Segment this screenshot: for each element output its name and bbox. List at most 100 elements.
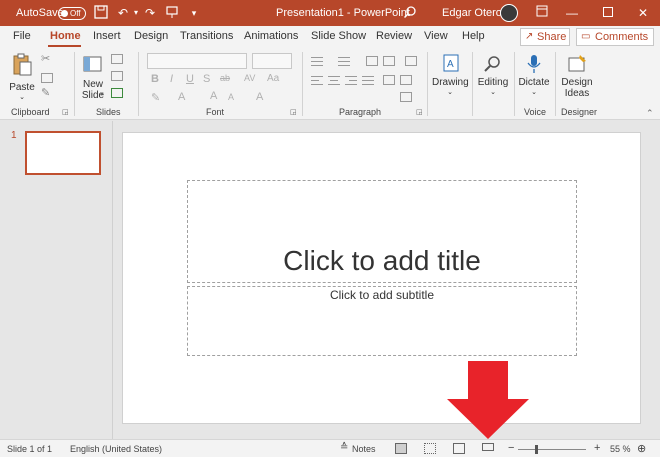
zoom-out-button[interactable]: − [508,442,514,454]
save-icon[interactable] [93,5,109,21]
underline-button[interactable]: U [186,73,194,85]
paste-label: Paste [9,82,35,93]
zoom-slider[interactable] [518,449,586,450]
ribbon-display-icon[interactable] [534,5,550,21]
group-divider [138,52,139,116]
autosave-toggle[interactable]: Off [58,7,86,20]
highlight-icon[interactable]: ✎ [151,91,160,104]
tab-file[interactable]: File [13,30,31,42]
shapes-icon: A [439,53,461,75]
pane-divider[interactable] [112,121,113,439]
editing-button[interactable]: Editing ⌄ [476,53,510,96]
tab-insert[interactable]: Insert [93,30,121,42]
text-direction-icon[interactable] [400,75,412,85]
increase-indent-icon[interactable] [383,56,395,66]
notes-button[interactable]: Notes [352,444,376,454]
present-icon[interactable] [164,5,180,21]
section-icon[interactable] [111,88,123,98]
slideshow-view-icon[interactable] [482,443,494,451]
close-icon[interactable]: ✕ [635,5,651,21]
italic-button[interactable]: I [170,73,173,85]
copy-icon[interactable] [41,73,53,83]
title-placeholder[interactable]: Click to add title [187,180,577,283]
dictate-button[interactable]: Dictate ⌄ [517,53,551,96]
share-icon: ↗ [525,31,534,42]
paste-button[interactable]: Paste ⌄ [8,53,36,101]
clipboard-icon [11,53,33,76]
reset-icon[interactable] [111,71,123,81]
collapse-ribbon-icon[interactable]: ⌃ [646,108,654,119]
slide-sorter-icon[interactable] [424,443,436,454]
layout-icon[interactable] [111,54,123,64]
tab-transitions[interactable]: Transitions [180,30,233,42]
bold-button[interactable]: B [151,73,159,85]
cut-icon[interactable]: ✂ [41,52,50,65]
strikethrough-button[interactable]: ab [220,73,230,83]
dictate-dropdown-icon: ⌄ [531,89,537,96]
tab-home[interactable]: Home [50,30,81,42]
clipboard-launcher-icon[interactable]: ◲ [62,108,69,116]
font-name-select[interactable] [147,53,247,69]
group-divider [302,52,303,116]
drawing-label: Drawing [432,77,469,88]
customize-qat-icon[interactable]: ▾ [186,5,202,21]
slide-counter: Slide 1 of 1 [7,444,53,454]
maximize-icon[interactable] [600,5,616,21]
font-launcher-icon[interactable]: ◲ [290,108,297,116]
fit-to-window-icon[interactable]: ⊕ [637,442,646,455]
design-ideas-icon [566,53,588,75]
design-ideas-label-2: Ideas [564,88,590,99]
svg-text:A: A [447,59,454,70]
drawing-button[interactable]: A Drawing ⌄ [432,53,469,96]
tab-help[interactable]: Help [462,30,485,42]
editing-label: Editing [477,77,509,88]
zoom-level[interactable]: 55 % [610,444,631,454]
avatar[interactable] [500,4,518,22]
grow-font-icon[interactable]: A [210,90,217,102]
clear-formatting-icon[interactable]: A [256,91,263,103]
tab-design[interactable]: Design [134,30,168,42]
minimize-icon[interactable]: — [564,5,580,21]
reading-view-icon[interactable] [453,443,465,454]
line-spacing-icon[interactable] [405,56,417,66]
group-designer-label: Designer [561,107,598,117]
font-size-select[interactable] [252,53,292,69]
tab-animations[interactable]: Animations [244,30,298,42]
change-case-button[interactable]: Aa [267,73,279,84]
shadow-button[interactable]: S [203,73,210,85]
redo-icon[interactable]: ↷ [142,5,158,21]
tab-review[interactable]: Review [376,30,412,42]
tab-view[interactable]: View [424,30,448,42]
columns-icon[interactable] [383,75,395,85]
search-icon[interactable] [402,5,418,21]
new-slide-dropdown-icon[interactable]: ▾ [100,90,104,98]
zoom-slider-thumb[interactable] [535,445,538,454]
user-name[interactable]: Edgar Otero [442,0,502,26]
smartart-icon[interactable] [400,108,412,112]
group-slides-label: Slides [96,107,121,117]
subtitle-placeholder-text: Click to add subtitle [329,288,435,302]
normal-view-icon[interactable] [395,443,407,454]
language-indicator[interactable]: English (United States) [70,444,162,454]
subtitle-placeholder[interactable]: Click to add subtitle [187,286,577,356]
slide-thumbnail[interactable] [25,131,101,175]
paragraph-launcher-icon[interactable]: ◲ [416,108,423,116]
ribbon: Paste ⌄ ✂ ✎ Clipboard ◲ New Slide ▾ Slid… [0,48,660,120]
align-text-icon[interactable] [400,92,412,102]
format-painter-icon[interactable]: ✎ [41,86,50,99]
share-button[interactable]: ↗ Share [520,28,570,46]
zoom-in-button[interactable]: + [594,442,600,454]
tab-slide-show[interactable]: Slide Show [311,30,366,42]
decrease-indent-icon[interactable] [366,56,378,66]
new-slide-label-1: New [82,79,103,90]
shrink-font-icon[interactable]: A [228,92,234,102]
share-label: Share [537,31,567,43]
font-color-icon[interactable]: A [178,91,185,103]
new-slide-icon [82,53,104,75]
comments-button[interactable]: ▭ Comments [576,28,654,46]
design-ideas-button[interactable]: Design Ideas [559,53,595,99]
dictate-label: Dictate [518,77,550,88]
active-tab-indicator [48,45,81,47]
title-placeholder-text: Click to add title [283,245,481,276]
character-spacing-button[interactable]: AV [244,73,255,83]
